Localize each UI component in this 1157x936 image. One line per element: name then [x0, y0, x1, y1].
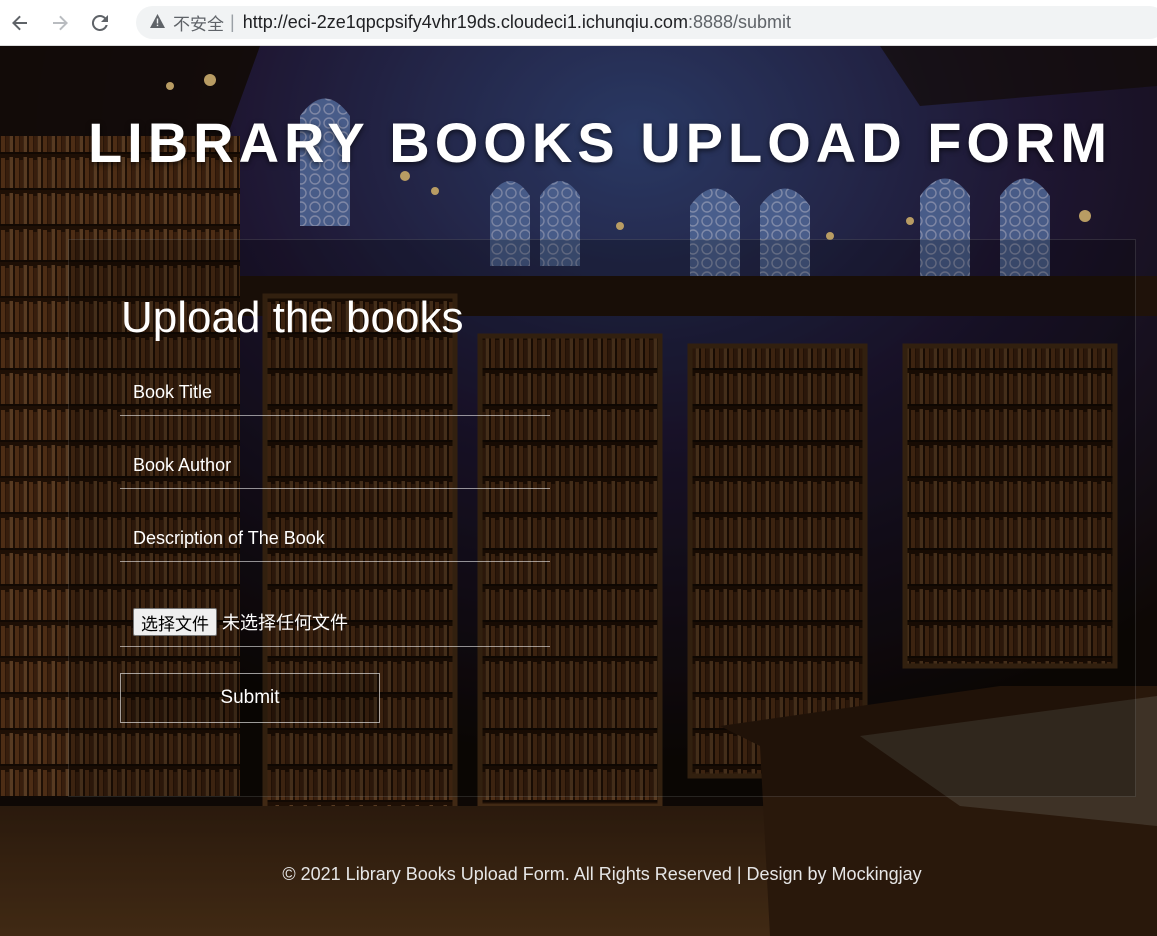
submit-button[interactable]: Submit: [120, 673, 380, 723]
book-description-field[interactable]: [120, 515, 550, 562]
warning-icon[interactable]: [150, 13, 165, 32]
file-status-text: 未选择任何文件: [222, 613, 348, 634]
reload-icon[interactable]: [80, 0, 120, 45]
security-label[interactable]: 不安全: [173, 10, 224, 35]
book-author-input[interactable]: [120, 442, 550, 488]
page-title: LIBRARY BOOKS UPLOAD FORM: [87, 111, 1113, 174]
url-path[interactable]: :8888/submit: [688, 12, 791, 33]
book-title-input[interactable]: [120, 369, 550, 415]
url-host[interactable]: http://eci-2ze1qpcpsify4vhr19ds.cloudeci…: [243, 12, 688, 33]
page-content: LIBRARY BOOKS UPLOAD FORM Upload the boo…: [0, 46, 1157, 936]
choose-file-button[interactable]: 选择文件: [133, 608, 217, 636]
book-description-input[interactable]: [120, 515, 550, 561]
forward-icon[interactable]: [40, 0, 80, 45]
address-bar[interactable]: 不安全 | http://eci-2ze1qpcpsify4vhr19ds.cl…: [136, 6, 1157, 39]
book-author-field[interactable]: [120, 442, 550, 489]
footer-text: © 2021 Library Books Upload Form. All Ri…: [282, 864, 922, 884]
back-icon[interactable]: [0, 0, 40, 45]
file-upload-field[interactable]: 选择文件 未选择任何文件: [120, 598, 550, 647]
book-title-field[interactable]: [120, 369, 550, 416]
form-heading: Upload the books: [121, 293, 464, 342]
browser-toolbar: 不安全 | http://eci-2ze1qpcpsify4vhr19ds.cl…: [0, 0, 1157, 46]
separator: |: [230, 12, 235, 32]
